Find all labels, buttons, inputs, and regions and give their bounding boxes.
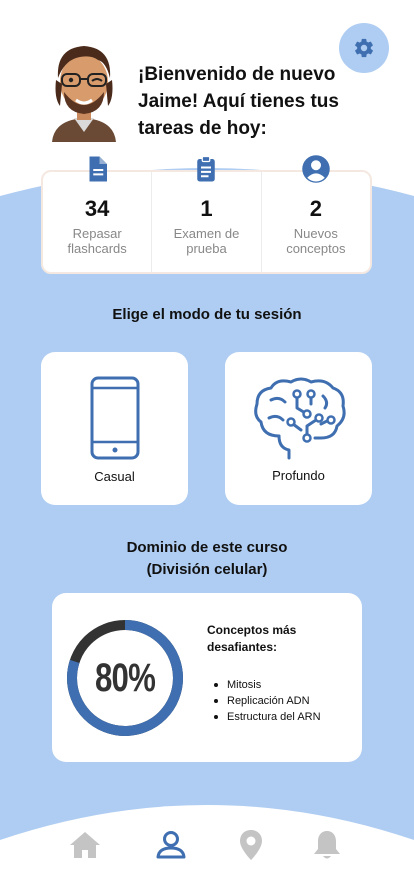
challenging-concepts-title: Conceptos más desafiantes: [207,623,297,654]
gear-icon [355,38,373,58]
person-circle-icon [302,155,330,183]
bottom-nav-background [0,805,414,896]
list-item: Mitosis [211,677,321,693]
challenging-concepts-list: Mitosis Replicación ADN Estructura del A… [211,677,321,725]
nav-location[interactable] [234,829,268,861]
mastery-card: 80% Conceptos más desafiantes: Mitosis R… [52,593,362,762]
document-icon [89,156,108,182]
list-item: Replicación ADN [211,693,321,709]
stat-label: Nuevos conceptos [286,226,346,256]
stat-flashcards[interactable]: 34 Repasar flashcards [43,156,151,272]
person-icon [156,831,186,859]
map-pin-icon [240,830,262,860]
clipboard-icon [197,155,216,182]
brain-circuit-icon [253,377,346,460]
nav-notifications[interactable] [310,829,344,861]
stat-label: Repasar flashcards [67,226,127,256]
stat-value: 2 [309,196,322,221]
home-icon [70,832,100,858]
stat-new-concepts[interactable]: 2 Nuevos conceptos [260,155,370,272]
stat-label: Examen de prueba [173,226,240,256]
mode-label: Casual [94,469,135,484]
mode-casual-button[interactable]: Casual [41,352,188,505]
mastery-percent: 80% [94,655,156,700]
welcome-message: ¡Bienvenido de nuevo Jaime! Aquí tienes … [138,64,339,139]
tasks-summary-card: 34 Repasar flashcards 1 Examen de prueba 2… [41,155,372,274]
nav-profile[interactable] [154,829,188,861]
mode-deep-button[interactable]: Profundo [225,352,372,505]
stat-value: 34 [84,196,110,221]
mastery-section-title: Dominio de este curso (División celular) [126,539,288,578]
stat-practice-exam[interactable]: 1 Examen de prueba [151,155,260,272]
bell-icon [314,831,340,859]
phone-icon [90,376,139,460]
mode-label: Profundo [272,468,325,483]
mode-section-title: Elige el modo de tu sesión [112,306,302,323]
stat-value: 1 [200,196,213,221]
nav-home[interactable] [68,829,102,861]
list-item: Estructura del ARN [211,709,321,725]
avatar [52,46,116,142]
